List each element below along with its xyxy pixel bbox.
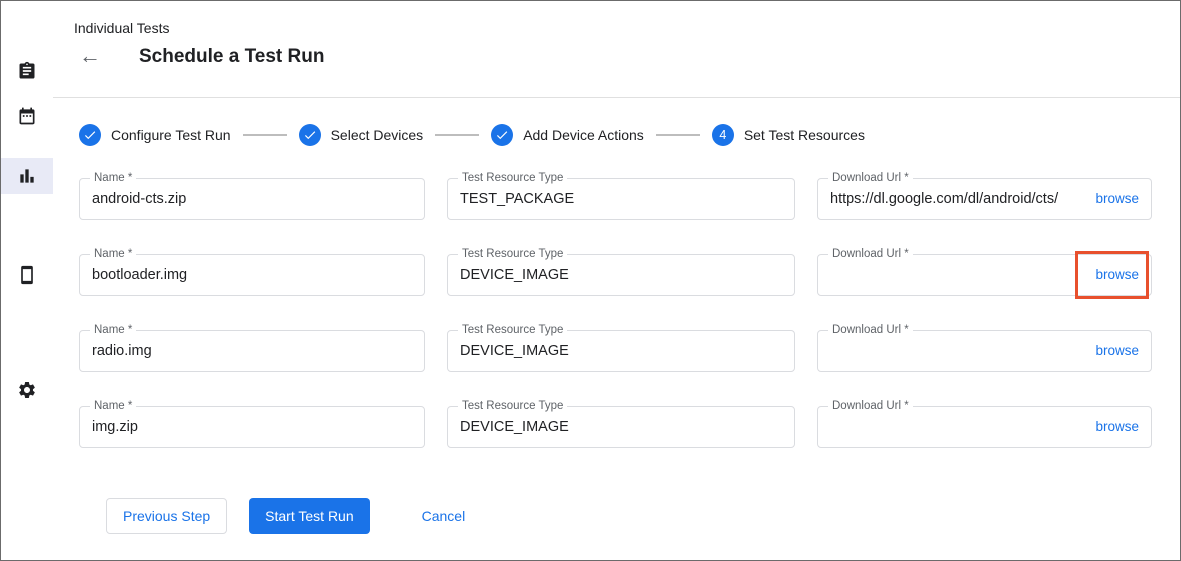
- stepper-connector: [435, 134, 479, 136]
- name-field-value: radio.img: [80, 343, 424, 359]
- name-field-label: Name *: [90, 172, 136, 184]
- download-url-field-label: Download Url *: [828, 248, 913, 260]
- step-complete-check-icon: [299, 124, 321, 146]
- browse-wrap: browse: [1083, 418, 1151, 436]
- stepper-connector: [243, 134, 287, 136]
- calendar-icon: [17, 106, 37, 126]
- download-url-field-label: Download Url *: [828, 324, 913, 336]
- resource-row: Name * bootloader.img Test Resource Type…: [79, 254, 1152, 296]
- form-actions: Previous Step Start Test Run Cancel: [106, 498, 1152, 534]
- sidebar-item-schedule[interactable]: [1, 98, 53, 134]
- sidebar: [1, 1, 53, 560]
- gear-icon: [17, 380, 37, 400]
- bar-chart-icon: [17, 166, 37, 186]
- step-add-device-actions[interactable]: Add Device Actions: [491, 124, 644, 146]
- browse-wrap: browse: [1083, 190, 1151, 208]
- name-field[interactable]: Name * android-cts.zip: [79, 178, 425, 220]
- resource-type-field[interactable]: Test Resource Type DEVICE_IMAGE: [447, 406, 795, 448]
- download-url-field-value: https://dl.google.com/dl/android/cts/: [818, 191, 1083, 207]
- resource-row: Name * img.zip Test Resource Type DEVICE…: [79, 406, 1152, 448]
- sidebar-item-settings[interactable]: [1, 372, 53, 408]
- step-number-badge: 4: [712, 124, 734, 146]
- main-content: Individual Tests ← Schedule a Test Run C…: [53, 1, 1180, 560]
- name-field-value: bootloader.img: [80, 267, 424, 283]
- step-label: Add Device Actions: [523, 127, 644, 143]
- resource-type-field[interactable]: Test Resource Type DEVICE_IMAGE: [447, 254, 795, 296]
- step-label: Configure Test Run: [111, 127, 231, 143]
- tests-clipboard-icon: [17, 61, 37, 81]
- app-window: Individual Tests ← Schedule a Test Run C…: [0, 0, 1181, 561]
- resource-type-field[interactable]: Test Resource Type DEVICE_IMAGE: [447, 330, 795, 372]
- name-field-value: img.zip: [80, 419, 424, 435]
- step-complete-check-icon: [79, 124, 101, 146]
- download-url-field[interactable]: Download Url * browse: [817, 254, 1152, 296]
- resource-row: Name * android-cts.zip Test Resource Typ…: [79, 178, 1152, 220]
- resource-type-field-label: Test Resource Type: [458, 324, 567, 336]
- browse-button[interactable]: browse: [1095, 191, 1139, 206]
- stepper: Configure Test Run Select Devices Add De…: [79, 124, 1180, 146]
- step-select-devices[interactable]: Select Devices: [299, 124, 424, 146]
- resource-type-field-value: DEVICE_IMAGE: [448, 267, 794, 283]
- name-field-label: Name *: [90, 400, 136, 412]
- sidebar-item-devices[interactable]: [1, 257, 53, 293]
- name-field-label: Name *: [90, 324, 136, 336]
- browse-wrap: browse: [1083, 342, 1151, 360]
- previous-step-button[interactable]: Previous Step: [106, 498, 227, 534]
- step-label: Set Test Resources: [744, 127, 865, 143]
- resource-type-field-label: Test Resource Type: [458, 172, 567, 184]
- resource-type-field[interactable]: Test Resource Type TEST_PACKAGE: [447, 178, 795, 220]
- download-url-field-label: Download Url *: [828, 172, 913, 184]
- step-label: Select Devices: [331, 127, 424, 143]
- page-title: Schedule a Test Run: [139, 46, 324, 68]
- name-field[interactable]: Name * radio.img: [79, 330, 425, 372]
- breadcrumb-section-label: Individual Tests: [74, 20, 169, 36]
- download-url-field[interactable]: Download Url * browse: [817, 406, 1152, 448]
- browse-wrap: browse: [1083, 266, 1151, 284]
- name-field-label: Name *: [90, 248, 136, 260]
- name-field-value: android-cts.zip: [80, 191, 424, 207]
- sidebar-item-tests[interactable]: [1, 53, 53, 89]
- download-url-field[interactable]: Download Url * browse: [817, 330, 1152, 372]
- download-url-field[interactable]: Download Url * https://dl.google.com/dl/…: [817, 178, 1152, 220]
- page-header: Individual Tests ← Schedule a Test Run: [53, 1, 1180, 98]
- resource-row: Name * radio.img Test Resource Type DEVI…: [79, 330, 1152, 372]
- resource-type-field-value: DEVICE_IMAGE: [448, 343, 794, 359]
- browse-button[interactable]: browse: [1095, 267, 1139, 282]
- test-resources-form: Name * android-cts.zip Test Resource Typ…: [79, 178, 1152, 534]
- browse-button[interactable]: browse: [1095, 419, 1139, 434]
- name-field[interactable]: Name * bootloader.img: [79, 254, 425, 296]
- step-set-test-resources[interactable]: 4 Set Test Resources: [712, 124, 865, 146]
- sidebar-item-test-runs[interactable]: [1, 158, 53, 194]
- resource-type-field-value: TEST_PACKAGE: [448, 191, 794, 207]
- resource-type-field-label: Test Resource Type: [458, 400, 567, 412]
- start-test-run-button[interactable]: Start Test Run: [249, 498, 369, 534]
- resource-type-field-label: Test Resource Type: [458, 248, 567, 260]
- back-arrow-icon[interactable]: ←: [79, 43, 101, 69]
- step-complete-check-icon: [491, 124, 513, 146]
- smartphone-icon: [17, 265, 37, 285]
- browse-button[interactable]: browse: [1095, 343, 1139, 358]
- download-url-field-label: Download Url *: [828, 400, 913, 412]
- resource-type-field-value: DEVICE_IMAGE: [448, 419, 794, 435]
- stepper-connector: [656, 134, 700, 136]
- step-configure-test-run[interactable]: Configure Test Run: [79, 124, 231, 146]
- name-field[interactable]: Name * img.zip: [79, 406, 425, 448]
- cancel-button[interactable]: Cancel: [406, 498, 482, 534]
